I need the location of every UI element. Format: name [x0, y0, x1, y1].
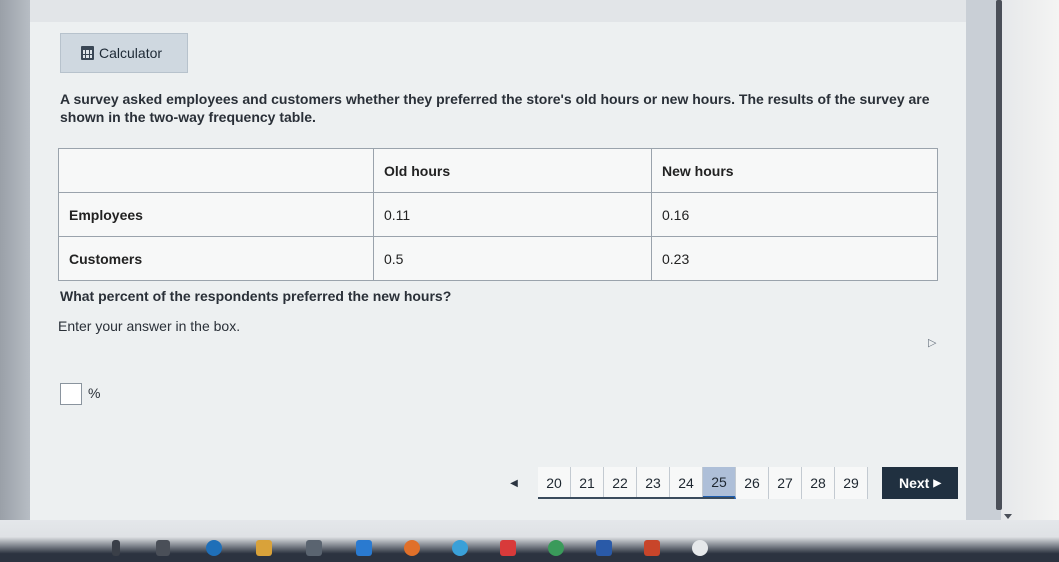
table-cell: 0.16: [651, 192, 938, 237]
settings-icon[interactable]: [692, 540, 708, 556]
answer-input[interactable]: [60, 383, 82, 405]
calculator-button[interactable]: Calculator: [60, 33, 188, 73]
previous-page-button[interactable]: ◀: [490, 467, 538, 499]
word-icon[interactable]: [596, 540, 612, 556]
powerpoint-icon[interactable]: [644, 540, 660, 556]
table-header-row: Old hours New hours: [58, 148, 938, 193]
mouse-cursor-icon: ▷: [928, 337, 937, 349]
next-button[interactable]: Next ▶: [882, 467, 958, 499]
triangle-right-icon: ▶: [933, 477, 942, 489]
calculator-icon: [81, 46, 94, 60]
next-label: Next: [898, 475, 930, 491]
firefox-icon[interactable]: [404, 540, 420, 556]
screen-bezel-right: [1001, 0, 1059, 562]
store-icon[interactable]: [306, 540, 322, 556]
question-pager: ◀ 20 21 22 23 24 25 26 27 28 29 Next ▶: [490, 467, 958, 499]
app-icon[interactable]: [548, 540, 564, 556]
sub-question: What percent of the respondents preferre…: [60, 288, 452, 304]
page-button-26[interactable]: 26: [736, 467, 769, 499]
mail-icon[interactable]: [356, 540, 372, 556]
table-header-cell: Old hours: [373, 148, 652, 193]
page-button-29[interactable]: 29: [835, 467, 868, 499]
search-icon[interactable]: [112, 540, 120, 556]
table-cell: 0.11: [373, 192, 652, 237]
table-cell: 0.5: [373, 236, 652, 281]
row-label: Employees: [58, 192, 374, 237]
table-cell: 0.23: [651, 236, 938, 281]
triangle-left-icon: ◀: [510, 477, 518, 489]
screen-bezel-left: [0, 0, 30, 562]
page-button-25-current[interactable]: 25: [703, 467, 736, 499]
percent-suffix: %: [88, 385, 101, 401]
file-explorer-icon[interactable]: [256, 540, 272, 556]
media-player-icon[interactable]: [500, 540, 516, 556]
table-header-cell: [58, 148, 374, 193]
pager-underline: [538, 497, 734, 499]
table-header-cell: New hours: [651, 148, 938, 193]
instruction-text: Enter your answer in the box.: [58, 318, 241, 334]
row-label: Customers: [58, 236, 374, 281]
task-view-icon[interactable]: [156, 540, 170, 556]
edge-browser-icon[interactable]: [206, 540, 222, 556]
page-top-strip: [30, 0, 966, 22]
question-prompt: A survey asked employees and customers w…: [60, 91, 930, 125]
page-button-23[interactable]: 23: [637, 467, 670, 499]
page-button-24[interactable]: 24: [670, 467, 703, 499]
table-row: Employees 0.11 0.16: [58, 192, 938, 237]
scrollbar[interactable]: [996, 0, 1002, 510]
page-button-22[interactable]: 22: [604, 467, 637, 499]
chrome-icon[interactable]: [452, 540, 468, 556]
calculator-label: Calculator: [99, 45, 163, 61]
scroll-down-icon[interactable]: [1004, 514, 1012, 519]
table-row: Customers 0.5 0.23: [58, 236, 938, 281]
page-button-21[interactable]: 21: [571, 467, 604, 499]
page-button-20[interactable]: 20: [538, 467, 571, 499]
page-button-27[interactable]: 27: [769, 467, 802, 499]
page-button-28[interactable]: 28: [802, 467, 835, 499]
two-way-frequency-table: Old hours New hours Employees 0.11 0.16 …: [58, 148, 938, 281]
